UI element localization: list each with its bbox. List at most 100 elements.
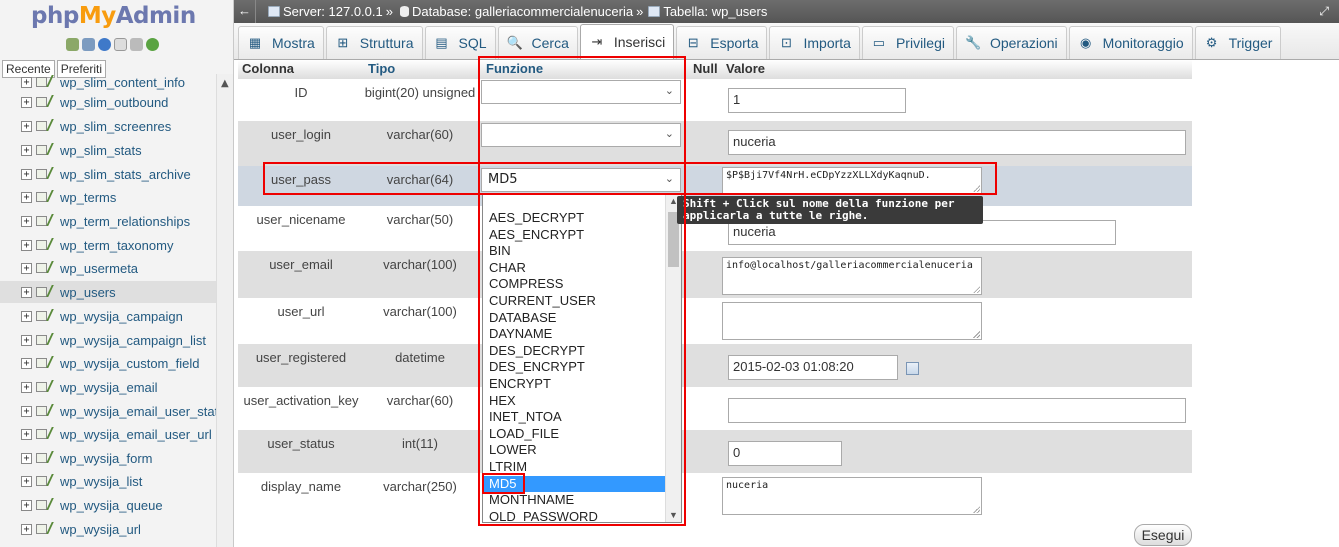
chevron-down-icon[interactable]: ⌄ bbox=[665, 127, 674, 140]
table-icon[interactable] bbox=[36, 238, 54, 252]
tab-privilegi[interactable]: ▭ Privilegi bbox=[861, 26, 954, 59]
sidebar-table-item[interactable]: + wp_usermeta bbox=[0, 257, 216, 279]
resize-handle-icon[interactable] bbox=[973, 506, 980, 513]
table-icon[interactable] bbox=[36, 119, 54, 133]
sidebar-table-item[interactable]: + wp_wysija_email_user_stat bbox=[0, 400, 218, 422]
table-icon[interactable] bbox=[36, 167, 54, 181]
sidebar-table-item[interactable]: + wp_slim_screenres bbox=[0, 115, 216, 137]
table-icon[interactable] bbox=[36, 474, 54, 488]
function-option[interactable]: LOWER bbox=[483, 442, 666, 459]
sidebar-table-label[interactable]: wp_wysija_email_user_url bbox=[60, 427, 212, 442]
value-textarea[interactable]: nuceria bbox=[722, 477, 982, 515]
tab-struttura[interactable]: ⊞ Struttura bbox=[325, 26, 423, 59]
function-select[interactable]: ⌄ bbox=[481, 123, 681, 147]
expand-icon[interactable]: + bbox=[21, 381, 32, 393]
table-icon[interactable] bbox=[36, 427, 54, 441]
logout-icon[interactable] bbox=[82, 38, 95, 51]
resize-handle-icon[interactable] bbox=[973, 185, 980, 192]
function-option[interactable]: HEX bbox=[483, 393, 666, 410]
function-option[interactable]: COMPRESS bbox=[483, 276, 666, 293]
function-dropdown-list[interactable]: AES_DECRYPT AES_ENCRYPT BIN CHAR COMPRESS CUR… bbox=[482, 193, 682, 523]
sidebar-table-item[interactable]: + wp_term_taxonomy bbox=[0, 234, 216, 256]
sidebar-table-label[interactable]: wp_slim_content_info bbox=[60, 75, 185, 90]
sidebar-table-label[interactable]: wp_wysija_url bbox=[60, 522, 141, 537]
tab-operazioni[interactable]: 🔧 Operazioni bbox=[955, 26, 1067, 59]
expand-icon[interactable]: + bbox=[21, 191, 32, 203]
sidebar-table-label[interactable]: wp_slim_stats_archive bbox=[60, 167, 191, 182]
sidebar-table-item[interactable]: + wp_wysija_queue bbox=[0, 494, 216, 516]
sidebar-table-item[interactable]: + wp_terms bbox=[0, 186, 216, 208]
function-option[interactable]: MONTHNAME bbox=[483, 492, 666, 509]
sidebar-scrollbar[interactable]: ▲ bbox=[216, 74, 233, 547]
sidebar-table-item[interactable]: + wp_wysija_email_user_url bbox=[0, 423, 216, 445]
function-option[interactable]: ENCRYPT bbox=[483, 376, 666, 393]
dropdown-scrollbar[interactable]: ▲ ▼ bbox=[665, 194, 681, 522]
sidebar-table-item[interactable]: + wp_wysija_list bbox=[0, 470, 216, 492]
expand-icon[interactable]: + bbox=[21, 310, 32, 322]
chevron-down-icon[interactable]: ⌄ bbox=[665, 172, 674, 185]
table-icon[interactable] bbox=[36, 451, 54, 465]
function-option[interactable]: AES_ENCRYPT bbox=[483, 227, 666, 244]
sidebar-table-item[interactable]: + wp_slim_outbound bbox=[0, 91, 216, 113]
sidebar-table-label[interactable]: wp_wysija_queue bbox=[60, 498, 163, 513]
chevron-down-icon[interactable]: ⌄ bbox=[665, 84, 674, 97]
expand-icon[interactable]: + bbox=[21, 523, 32, 535]
value-input[interactable]: 1 bbox=[728, 88, 906, 113]
sidebar-table-label[interactable]: wp_slim_screenres bbox=[60, 119, 171, 134]
expand-icon[interactable]: + bbox=[21, 499, 32, 511]
value-input[interactable] bbox=[728, 398, 1186, 423]
function-option[interactable]: LOAD_FILE bbox=[483, 426, 666, 443]
tab-mostra[interactable]: ▦ Mostra bbox=[238, 26, 324, 59]
tab-trigger[interactable]: ⚙ Trigger bbox=[1194, 26, 1282, 59]
home-icon[interactable] bbox=[66, 38, 79, 51]
tab-monitoraggio[interactable]: ◉ Monitoraggio bbox=[1068, 26, 1193, 59]
sidebar-table-item[interactable]: + wp_wysija_url bbox=[0, 518, 216, 540]
tab-inserisci[interactable]: ⇥ Inserisci bbox=[579, 24, 675, 59]
table-icon[interactable] bbox=[36, 380, 54, 394]
sidebar-table-label[interactable]: wp_terms bbox=[60, 190, 116, 205]
sidebar-table-item[interactable]: + wp_slim_stats_archive bbox=[0, 163, 216, 185]
table-icon[interactable] bbox=[36, 261, 54, 275]
docs-icon[interactable] bbox=[114, 38, 127, 51]
sidebar-table-item[interactable]: + wp_users bbox=[0, 281, 216, 303]
sidebar-table-label[interactable]: wp_term_taxonomy bbox=[60, 238, 173, 253]
breadcrumb-server[interactable]: Server: 127.0.0.1 bbox=[283, 4, 383, 19]
sidebar-table-item[interactable]: + wp_wysija_form bbox=[0, 447, 216, 469]
value-textarea[interactable] bbox=[722, 302, 982, 340]
reload-icon[interactable] bbox=[146, 38, 159, 51]
expand-icon[interactable]: + bbox=[21, 120, 32, 132]
tab-sql[interactable]: ▤ SQL bbox=[424, 26, 496, 59]
scroll-up-icon[interactable]: ▲ bbox=[221, 78, 229, 89]
expand-icon[interactable]: + bbox=[21, 96, 32, 108]
function-option[interactable]: LTRIM bbox=[483, 459, 666, 476]
expand-icon[interactable]: + bbox=[21, 76, 32, 88]
phpmyadmin-logo[interactable]: phpMyAdmin bbox=[31, 3, 196, 29]
expand-icon[interactable]: + bbox=[21, 405, 32, 417]
expand-icon[interactable]: + bbox=[21, 452, 32, 464]
sidebar-table-label[interactable]: wp_usermeta bbox=[60, 261, 138, 276]
header-function[interactable]: Funzione bbox=[486, 61, 543, 76]
table-icon[interactable] bbox=[36, 522, 54, 536]
tab-esporta[interactable]: ⊟ Esporta bbox=[676, 26, 768, 59]
function-option[interactable]: BIN bbox=[483, 243, 666, 260]
breadcrumb-table[interactable]: Tabella: wp_users bbox=[663, 4, 767, 19]
table-icon[interactable] bbox=[36, 404, 54, 418]
expand-icon[interactable]: + bbox=[21, 428, 32, 440]
function-option[interactable]: OLD_PASSWORD bbox=[483, 509, 666, 522]
table-icon[interactable] bbox=[36, 356, 54, 370]
function-option[interactable]: DAYNAME bbox=[483, 326, 666, 343]
collapse-nav-icon[interactable]: ← bbox=[234, 0, 256, 23]
expand-icon[interactable]: + bbox=[21, 262, 32, 274]
function-option[interactable]: CHAR bbox=[483, 260, 666, 277]
value-textarea[interactable]: info@localhost/galleriacommercialenuceri… bbox=[722, 257, 982, 295]
help-icon[interactable] bbox=[98, 38, 111, 51]
sidebar-table-label[interactable]: wp_wysija_email bbox=[60, 380, 158, 395]
expand-icon[interactable]: + bbox=[21, 357, 32, 369]
value-input[interactable]: 0 bbox=[728, 441, 842, 466]
table-icon[interactable] bbox=[36, 214, 54, 228]
table-icon[interactable] bbox=[36, 498, 54, 512]
sidebar-table-item[interactable]: + wp_wysija_campaign_list bbox=[0, 329, 216, 351]
expand-icon[interactable]: + bbox=[21, 215, 32, 227]
expand-icon[interactable]: + bbox=[21, 286, 32, 298]
function-select[interactable]: MD5 ⌄ bbox=[481, 168, 681, 192]
